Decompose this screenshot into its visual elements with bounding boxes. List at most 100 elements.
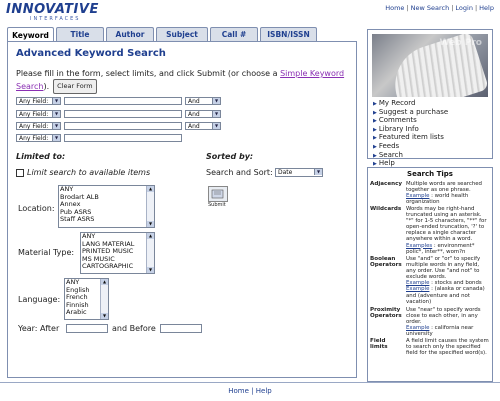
field-select-2[interactable]: Any Field: ▼ [16, 110, 61, 118]
logo-subtitle: INTERFACES [30, 16, 81, 22]
year-before-label: and Before [112, 324, 156, 333]
tip-text: Use "and" or "or" to specify multiple wo… [406, 256, 481, 281]
tip-example-label: Example [406, 286, 430, 293]
tip-example-label: Example [406, 193, 430, 200]
tip-description: Words may be right-hand truncated using … [406, 206, 490, 255]
tab-title[interactable]: Title [56, 27, 104, 41]
chevron-down-icon: ▼ [212, 98, 220, 104]
tip-term: Field limits [370, 338, 388, 351]
scroll-up-icon[interactable]: ▲ [147, 186, 154, 192]
limit-available-row: Limit search to available items [16, 168, 150, 177]
tab-author[interactable]: Author [106, 27, 154, 41]
tab-isbn-issn[interactable]: ISBN/ISSN [260, 27, 317, 41]
limit-available-checkbox[interactable] [16, 168, 24, 177]
intro-text-end: ). [43, 82, 50, 91]
bool-select-1-value: And [188, 98, 200, 105]
bool-select-2[interactable]: And ▼ [185, 110, 221, 118]
field-select-3[interactable]: Any Field: ▼ [16, 122, 61, 130]
triangle-right-icon: ▶ [373, 135, 377, 142]
scroll-down-icon[interactable]: ▼ [147, 267, 154, 273]
material-option[interactable]: CARTOGRAPHIC [82, 263, 154, 271]
triangle-right-icon: ▶ [373, 152, 377, 159]
help-link[interactable]: Help [479, 4, 494, 12]
search-term-input-2[interactable] [64, 110, 182, 118]
search-form-panel: Advanced Keyword Search Please fill in t… [7, 41, 357, 378]
tip-term: Adjacency [370, 181, 403, 187]
tip-description: Multiple words are searched together as … [406, 181, 490, 205]
tip-text: Multiple words are searched together as … [406, 181, 482, 194]
tip-example-label: Examples [406, 242, 433, 249]
scroll-down-icon[interactable]: ▼ [101, 313, 108, 319]
chevron-down-icon: ▼ [52, 123, 60, 129]
sidebar-panel: Web Pro ▶ My Record ▶ Suggest a purchase ▶… [367, 29, 493, 167]
year-after-input[interactable] [66, 324, 108, 333]
sidebar-item-label: Feeds [378, 141, 400, 150]
home-link[interactable]: Home [385, 4, 404, 12]
tab-keyword[interactable]: Keyword [7, 27, 54, 42]
field-select-1[interactable]: Any Field: ▼ [16, 97, 61, 105]
tab-call-number[interactable]: Call # [210, 27, 258, 41]
location-listbox[interactable]: ANY Brodart ALB Annex Pub ASRS Staff ASR… [58, 185, 155, 228]
footer-help-link[interactable]: Help [256, 387, 272, 395]
sidebar-item-label: Help [378, 159, 395, 168]
triangle-right-icon: ▶ [373, 126, 377, 133]
sidebar-item-label: Suggest a purchase [378, 107, 449, 116]
limited-to-heading: Limited to: [16, 152, 66, 161]
chevron-down-icon: ▼ [52, 135, 60, 141]
search-tips-title: Search Tips [407, 170, 453, 178]
tip-example-label: Example [406, 280, 430, 287]
location-option[interactable]: Staff ASRS [60, 216, 154, 224]
sidebar-item-label: Search [378, 150, 403, 159]
submit-button[interactable] [208, 186, 228, 202]
bool-select-3[interactable]: And ▼ [185, 122, 221, 130]
tip-term: Proximity Operators [370, 307, 402, 320]
limit-available-label: Limit search to available items [27, 168, 151, 177]
field-select-2-value: Any Field: [19, 111, 49, 118]
chevron-down-icon: ▼ [212, 123, 220, 129]
books-image: Web Pro [372, 34, 488, 97]
footer: Home | Help [0, 382, 500, 401]
tip-term: Boolean Operators [370, 256, 402, 269]
new-search-link[interactable]: New Search [411, 4, 450, 12]
bool-select-3-value: And [188, 123, 200, 130]
intro-text: Please fill in the form, select limits, … [16, 68, 346, 94]
field-select-3-value: Any Field: [19, 123, 49, 130]
login-link[interactable]: Login [455, 4, 473, 12]
year-before-input[interactable] [160, 324, 202, 333]
location-scrollbar[interactable]: ▲ ▼ [146, 186, 154, 227]
top-bar: INNOVATIVE INTERFACES Home | New Search | Lo… [0, 0, 500, 26]
chevron-down-icon: ▼ [314, 169, 322, 175]
field-select-4[interactable]: Any Field: ▼ [16, 134, 61, 142]
triangle-right-icon: ▶ [373, 101, 377, 107]
clear-form-button[interactable]: Clear Form [53, 79, 97, 94]
top-links: Home | New Search | Login | Help [385, 4, 494, 12]
search-and-sort-label: Search and Sort: [206, 168, 273, 177]
search-term-input-1[interactable] [64, 97, 182, 105]
sort-select[interactable]: Date ▼ [275, 168, 323, 177]
language-scrollbar[interactable]: ▲ ▼ [100, 279, 108, 319]
sidebar-item-label: Comments [378, 116, 417, 125]
language-listbox[interactable]: ANY English French Finnish Arabic ▲ ▼ [64, 278, 109, 320]
footer-links: Home | Help [228, 387, 272, 395]
footer-home-link[interactable]: Home [228, 387, 249, 395]
material-type-label: Material Type: [18, 248, 75, 257]
tip-description: Use "and" or "or" to specify multiple wo… [406, 256, 490, 305]
chevron-down-icon: ▼ [52, 111, 60, 117]
scroll-up-icon[interactable]: ▲ [147, 233, 154, 239]
tip-text: A field limit causes the system to searc… [406, 338, 489, 357]
sorted-by-heading: Sorted by: [206, 152, 254, 161]
scroll-up-icon[interactable]: ▲ [101, 279, 108, 285]
language-label: Language: [18, 295, 61, 304]
bool-select-1[interactable]: And ▼ [185, 97, 221, 105]
field-select-4-value: Any Field: [19, 135, 49, 142]
search-term-input-4[interactable] [64, 134, 182, 142]
tab-subject[interactable]: Subject [156, 27, 208, 41]
scroll-down-icon[interactable]: ▼ [147, 221, 154, 227]
search-term-input-3[interactable] [64, 122, 182, 130]
material-scrollbar[interactable]: ▲ ▼ [146, 233, 154, 273]
tip-text: Use "near" to specify words close to eac… [406, 307, 481, 326]
submit-icon [211, 189, 224, 199]
material-type-listbox[interactable]: ANY LANG MATERIAL PRINTED MUSIC MS MUSIC… [80, 232, 155, 274]
bool-select-2-value: And [188, 111, 200, 118]
sidebar-links: ▶ My Record ▶ Suggest a purchase ▶ Comments… [373, 99, 449, 169]
